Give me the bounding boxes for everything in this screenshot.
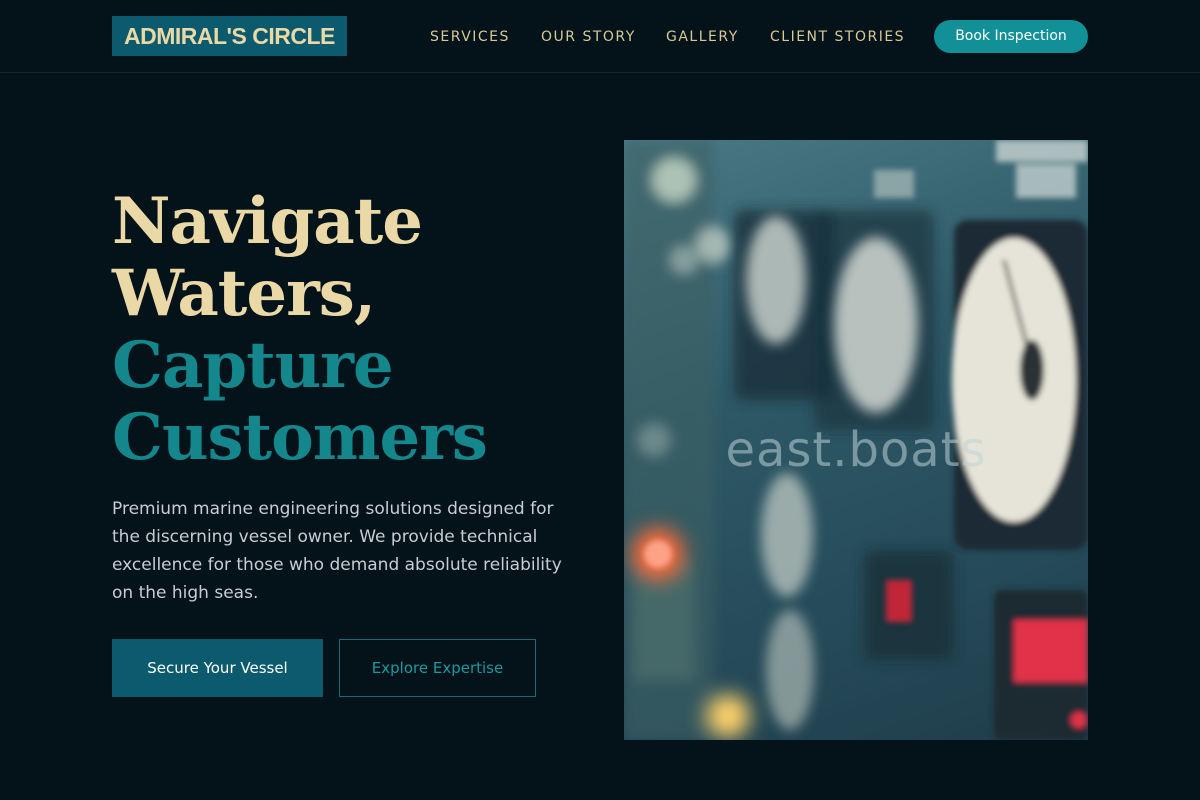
image-watermark: east.boats <box>725 422 987 478</box>
site-header: ADMIRAL'S CIRCLE SERVICES OUR STORY GALL… <box>0 0 1200 73</box>
headline-line-customers: Customers <box>112 400 488 475</box>
brand-logo[interactable]: ADMIRAL'S CIRCLE <box>112 16 347 56</box>
hero-description: Premium marine engineering solutions des… <box>112 499 562 603</box>
nav-link-client-stories[interactable]: CLIENT STORIES <box>770 28 905 46</box>
hero-image-gauges: east.boats <box>624 140 1088 740</box>
book-inspection-button[interactable]: Book Inspection <box>934 20 1088 53</box>
headline-line-navigate: Navigate <box>112 184 423 259</box>
page: ADMIRAL'S CIRCLE SERVICES OUR STORY GALL… <box>0 0 1200 800</box>
nav-link-services[interactable]: SERVICES <box>430 28 510 46</box>
explore-expertise-button[interactable]: Explore Expertise <box>339 639 536 697</box>
nav-link-our-story[interactable]: OUR STORY <box>541 28 636 46</box>
hero-headline: Navigate Waters, Capture Customers <box>112 186 592 474</box>
headline-line-capture: Capture <box>112 328 394 403</box>
secure-vessel-button[interactable]: Secure Your Vessel <box>112 639 323 697</box>
headline-line-waters: Waters, <box>112 256 376 331</box>
nav-link-gallery[interactable]: GALLERY <box>666 28 739 46</box>
